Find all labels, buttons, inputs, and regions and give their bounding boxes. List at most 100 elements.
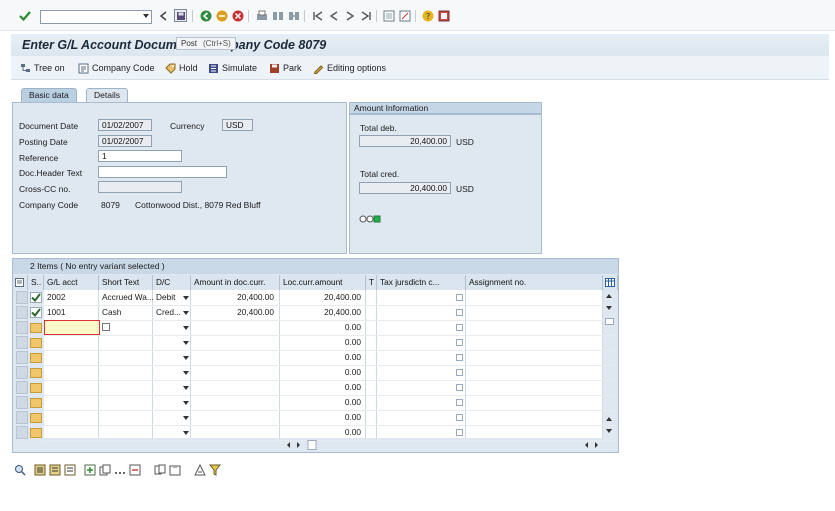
previous-page-icon[interactable]: [327, 9, 340, 22]
cell-amount-doc[interactable]: [191, 395, 277, 410]
cell-tax-checkbox[interactable]: [456, 414, 463, 421]
cell-dc[interactable]: [153, 320, 183, 335]
shortcut-icon[interactable]: [398, 9, 411, 22]
save-post-icon[interactable]: [174, 9, 187, 22]
scroll-thumb[interactable]: [605, 318, 614, 325]
cell-dc[interactable]: [153, 350, 183, 365]
horizontal-scrollbar[interactable]: [284, 440, 604, 450]
sort-icon[interactable]: [193, 463, 206, 476]
back-icon[interactable]: [199, 9, 212, 22]
row-selector[interactable]: [16, 291, 28, 304]
cross-cc-field[interactable]: [98, 181, 182, 193]
cell-short-text[interactable]: [99, 410, 153, 425]
details-icon[interactable]: [13, 463, 26, 476]
command-dropdown-icon[interactable]: [143, 14, 149, 18]
cell-dc[interactable]: [153, 380, 183, 395]
next-page-icon[interactable]: [343, 9, 356, 22]
more-options-icon[interactable]: [113, 463, 126, 476]
customize-layout-icon[interactable]: [437, 9, 450, 22]
command-field[interactable]: [40, 10, 152, 24]
cell-short-text[interactable]: [99, 350, 153, 365]
cell-short-text[interactable]: [99, 395, 153, 410]
cell-gl-acct[interactable]: [44, 335, 99, 350]
cell-tax-checkbox[interactable]: [456, 294, 463, 301]
dc-dropdown-icon[interactable]: [183, 386, 189, 390]
cell-amount-doc[interactable]: [191, 350, 277, 365]
row-selector[interactable]: [16, 306, 28, 319]
dc-dropdown-icon[interactable]: [183, 296, 189, 300]
first-page-icon[interactable]: [311, 9, 324, 22]
cell-tax-checkbox[interactable]: [456, 429, 463, 436]
command-input[interactable]: [41, 11, 137, 23]
deselect-all-icon[interactable]: [63, 463, 76, 476]
dc-dropdown-icon[interactable]: [183, 431, 189, 435]
dc-dropdown-icon[interactable]: [183, 341, 189, 345]
row-selector[interactable]: [16, 396, 28, 409]
cell-tax-checkbox[interactable]: [456, 399, 463, 406]
delete-row-icon[interactable]: [128, 463, 141, 476]
cell-gl-acct[interactable]: [44, 350, 99, 365]
print-icon[interactable]: [255, 9, 268, 22]
row-selector[interactable]: [16, 366, 28, 379]
cell-dc[interactable]: [153, 365, 183, 380]
editing-options-button[interactable]: Editing options: [313, 61, 386, 75]
row-selector[interactable]: [16, 426, 28, 439]
row-selector[interactable]: [16, 351, 28, 364]
insert-row-icon[interactable]: [83, 463, 96, 476]
cell-tax-checkbox[interactable]: [456, 324, 463, 331]
cell-tax-checkbox[interactable]: [456, 339, 463, 346]
find-icon[interactable]: [271, 9, 284, 22]
cell-gl-acct[interactable]: [44, 410, 99, 425]
tab-details[interactable]: Details: [86, 88, 128, 102]
copy-icon[interactable]: [153, 463, 166, 476]
cell-amount-doc[interactable]: [191, 425, 277, 440]
cell-gl-acct[interactable]: [44, 365, 99, 380]
scroll-down-icon[interactable]: [606, 306, 612, 310]
tree-on-button[interactable]: Tree on: [20, 61, 65, 75]
paste-icon[interactable]: [168, 463, 181, 476]
help-icon[interactable]: ?: [421, 9, 434, 22]
cell-gl-acct[interactable]: 2002: [44, 290, 99, 305]
history-back-icon[interactable]: [156, 9, 169, 22]
cell-dc[interactable]: Debit: [153, 290, 183, 305]
new-session-icon[interactable]: [382, 9, 395, 22]
simulate-button[interactable]: Simulate: [208, 61, 257, 75]
cell-tax-checkbox[interactable]: [456, 384, 463, 391]
doc-header-text-field[interactable]: [98, 166, 227, 178]
cell-amount-doc[interactable]: [191, 320, 277, 335]
cell-gl-acct[interactable]: [44, 425, 99, 440]
row-selector[interactable]: [16, 336, 28, 349]
reference-field[interactable]: 1: [98, 150, 182, 162]
dc-dropdown-icon[interactable]: [183, 416, 189, 420]
scroll-page-down-icon[interactable]: [606, 429, 612, 433]
dc-dropdown-icon[interactable]: [183, 356, 189, 360]
currency-field[interactable]: USD: [222, 119, 253, 131]
column-config-icon[interactable]: [603, 275, 618, 290]
hold-button[interactable]: Hold: [165, 61, 198, 75]
posting-date-field[interactable]: 01/02/2007: [98, 135, 152, 147]
company-code-button[interactable]: Company Code: [78, 61, 155, 75]
cell-amount-doc[interactable]: [191, 410, 277, 425]
document-date-field[interactable]: 01/02/2007: [98, 119, 152, 131]
cell-dc[interactable]: [153, 410, 183, 425]
col-header-t[interactable]: T: [366, 275, 377, 290]
cell-short-text[interactable]: [99, 365, 153, 380]
cell-gl-acct[interactable]: [44, 380, 99, 395]
row-selector[interactable]: [16, 381, 28, 394]
cell-dc[interactable]: Cred...: [153, 305, 183, 320]
col-header-status[interactable]: S..: [28, 275, 44, 290]
cell-tax-checkbox[interactable]: [456, 369, 463, 376]
cell-amount-doc[interactable]: 20,400.00: [191, 290, 277, 305]
find-next-icon[interactable]: [287, 9, 300, 22]
row-selector[interactable]: [16, 411, 28, 424]
filter-icon[interactable]: [208, 463, 221, 476]
dc-dropdown-icon[interactable]: [183, 326, 189, 330]
col-header-loc-amount[interactable]: Loc.curr.amount: [280, 275, 366, 290]
last-page-icon[interactable]: [359, 9, 372, 22]
copy-row-icon[interactable]: [98, 463, 111, 476]
dc-dropdown-icon[interactable]: [183, 311, 189, 315]
vertical-scrollbar[interactable]: [605, 292, 614, 438]
cell-short-text[interactable]: [99, 335, 153, 350]
scroll-page-up-icon[interactable]: [606, 417, 612, 421]
cell-short-text[interactable]: Cash: [99, 305, 153, 320]
